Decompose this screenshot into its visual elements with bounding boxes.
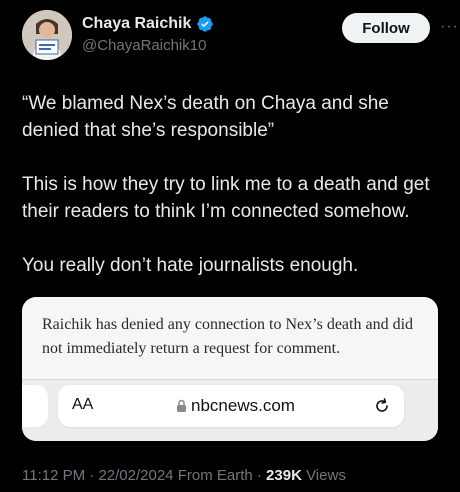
more-options-icon[interactable]: ··· (440, 18, 459, 36)
author-name[interactable]: Chaya Raichik (82, 15, 191, 33)
tweet-meta: 11:12 PM · 22/02/2024 From Earth · 239K … (22, 467, 346, 484)
previous-tab-stub (22, 385, 48, 427)
avatar[interactable] (22, 10, 72, 60)
tweet-source: From Earth (177, 467, 253, 484)
avatar-image (22, 10, 72, 60)
card-divider (22, 379, 438, 380)
browser-address-bar: AA nbcnews.com (22, 379, 438, 441)
meta-separator: · (89, 467, 95, 484)
text-size-button: AA (72, 396, 94, 413)
follow-button[interactable]: Follow (342, 13, 430, 43)
views-label: Views (306, 467, 346, 484)
tweet-paragraph: This is how they try to link me to a dea… (22, 174, 430, 222)
url-text: nbcnews.com (191, 396, 295, 415)
url-field: AA nbcnews.com (58, 385, 404, 427)
tweet-header: Chaya Raichik @ChayaRaichik10 Follow ··· (22, 10, 458, 62)
author-handle[interactable]: @ChayaRaichik10 (82, 37, 206, 54)
views-count: 239K (266, 467, 302, 484)
article-quote: Raichik has denied any connection to Nex… (42, 316, 414, 357)
tweet-paragraph: “We blamed Nex’s death on Chaya and she … (22, 93, 389, 141)
tweet-time[interactable]: 11:12 PM (22, 467, 85, 484)
tweet-text: “We blamed Nex’s death on Chaya and she … (22, 90, 442, 306)
meta-separator: · (256, 467, 262, 484)
reload-icon (376, 398, 388, 412)
tweet-date[interactable]: 22/02/2024 (98, 467, 173, 484)
name-row: Chaya Raichik (82, 15, 214, 33)
verified-badge-icon (197, 16, 214, 32)
tweet-paragraph: You really don’t hate journalists enough… (22, 255, 359, 276)
lock-icon (177, 399, 186, 412)
url-display: nbcnews.com (176, 396, 295, 416)
attached-screenshot[interactable]: Raichik has denied any connection to Nex… (22, 297, 438, 441)
